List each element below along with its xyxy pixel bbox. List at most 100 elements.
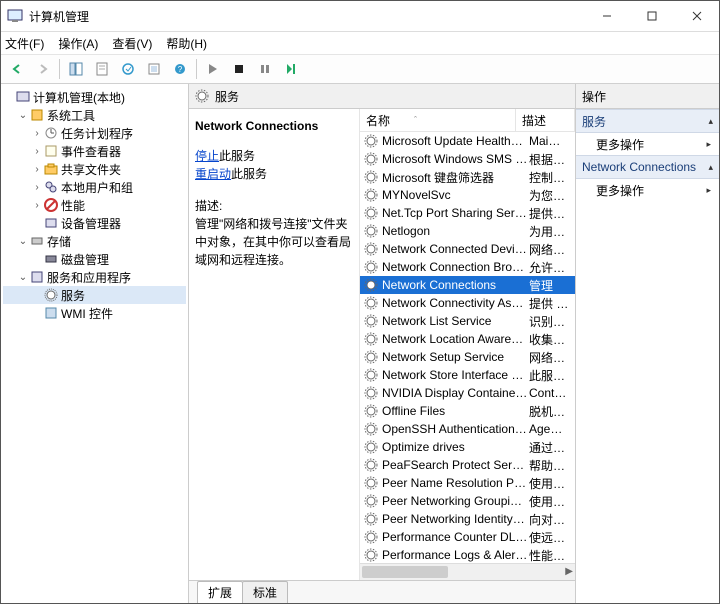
service-name-cell: Optimize drives [382, 440, 529, 454]
stop-link[interactable]: 停止 [195, 149, 219, 163]
service-row[interactable]: Performance Counter DL…使远… [360, 528, 575, 546]
tree-root[interactable]: 计算机管理(本地) [3, 88, 186, 106]
center-header: 服务 [189, 84, 575, 109]
menu-action[interactable]: 操作(A) [58, 35, 98, 52]
stop-button[interactable] [227, 57, 251, 81]
refresh-icon[interactable] [142, 57, 166, 81]
service-name-cell: Network Location Aware… [382, 332, 529, 346]
service-row[interactable]: OpenSSH Authentication …Age… [360, 420, 575, 438]
service-row[interactable]: Microsoft Windows SMS …根据… [360, 150, 575, 168]
service-row[interactable]: Peer Networking Identity…向对… [360, 510, 575, 528]
gear-icon [364, 386, 378, 400]
service-row[interactable]: Network Location Aware…收集… [360, 330, 575, 348]
more-actions-2[interactable]: 更多操作▸ [576, 179, 719, 201]
service-desc-cell: 网络… [529, 349, 575, 366]
gear-icon [364, 242, 378, 256]
service-row[interactable]: Network Connectivity Ass…提供 … [360, 294, 575, 312]
tree-storage[interactable]: ⌄存储 [3, 232, 186, 250]
horizontal-scrollbar[interactable]: ▶ [360, 563, 575, 580]
service-desc-cell: 为您… [529, 187, 575, 204]
gear-icon [364, 404, 378, 418]
service-desc-cell: 帮助… [529, 457, 575, 474]
show-hide-icon[interactable] [64, 57, 88, 81]
tree-item[interactable]: WMI 控件 [3, 304, 186, 322]
play-button[interactable] [201, 57, 225, 81]
restart-button[interactable] [279, 57, 303, 81]
help-icon[interactable]: ? [168, 57, 192, 81]
service-name-cell: Netlogon [382, 224, 529, 238]
gear-icon [364, 314, 378, 328]
gear-icon [364, 260, 378, 274]
service-row[interactable]: Peer Networking Groupi…使用… [360, 492, 575, 510]
service-row[interactable]: NVIDIA Display Containe…Cont… [360, 384, 575, 402]
tree-services[interactable]: 服务 [3, 286, 186, 304]
service-row[interactable]: Network List Service识别… [360, 312, 575, 330]
svg-text:?: ? [178, 65, 183, 74]
list-header[interactable]: 名称ˆ 描述 [360, 109, 575, 132]
service-name-cell: Peer Networking Groupi… [382, 494, 529, 508]
tree-item[interactable]: 设备管理器 [3, 214, 186, 232]
export-icon[interactable] [116, 57, 140, 81]
service-row[interactable]: Microsoft 键盘筛选器控制… [360, 168, 575, 186]
service-name-cell: Microsoft Windows SMS … [382, 152, 529, 166]
gear-icon [364, 224, 378, 238]
nav-tree[interactable]: 计算机管理(本地) ⌄系统工具 ›任务计划程序 ›事件查看器 ›共享文件夹 ›本… [1, 84, 189, 603]
service-row[interactable]: Netlogon为用… [360, 222, 575, 240]
restart-link[interactable]: 重启动 [195, 167, 231, 181]
service-name-cell: Network Connection Bro… [382, 260, 529, 274]
tab-standard[interactable]: 标准 [242, 581, 288, 603]
list-rows[interactable]: Microsoft Update Health…Mai…Microsoft Wi… [360, 132, 575, 563]
menu-file[interactable]: 文件(F) [5, 35, 44, 52]
service-name-cell: Network List Service [382, 314, 529, 328]
service-name: Network Connections [195, 117, 353, 135]
service-row[interactable]: PeaFSearch Protect Service帮助… [360, 456, 575, 474]
tree-item[interactable]: ›事件查看器 [3, 142, 186, 160]
tree-item[interactable]: ›共享文件夹 [3, 160, 186, 178]
more-actions-1[interactable]: 更多操作▸ [576, 133, 719, 155]
gear-icon [364, 206, 378, 220]
service-row[interactable]: Network Store Interface …此服… [360, 366, 575, 384]
service-row[interactable]: Net.Tcp Port Sharing Ser…提供… [360, 204, 575, 222]
service-row[interactable]: Peer Name Resolution Pr…使用… [360, 474, 575, 492]
tree-services-apps[interactable]: ⌄服务和应用程序 [3, 268, 186, 286]
actions-header: 操作 [576, 84, 719, 109]
maximize-button[interactable] [629, 1, 674, 31]
service-name-cell: OpenSSH Authentication … [382, 422, 529, 436]
actions-section-selected[interactable]: Network Connections▴ [576, 155, 719, 179]
service-row[interactable]: Offline Files脱机… [360, 402, 575, 420]
service-row[interactable]: Microsoft Update Health…Mai… [360, 132, 575, 150]
pause-button[interactable] [253, 57, 277, 81]
tab-extended[interactable]: 扩展 [197, 581, 243, 603]
service-desc-cell: 向对… [529, 511, 575, 528]
service-row[interactable]: Network Connections管理 [360, 276, 575, 294]
menu-view[interactable]: 查看(V) [112, 35, 152, 52]
menu-help[interactable]: 帮助(H) [166, 35, 207, 52]
service-row[interactable]: Network Setup Service网络… [360, 348, 575, 366]
properties-icon[interactable] [90, 57, 114, 81]
close-button[interactable] [674, 1, 719, 31]
titlebar: 计算机管理 [1, 1, 719, 32]
gear-icon [364, 332, 378, 346]
tree-item[interactable]: ›任务计划程序 [3, 124, 186, 142]
gear-icon [364, 548, 378, 562]
service-row[interactable]: Network Connected Devi…网络… [360, 240, 575, 258]
service-row[interactable]: Network Connection Bro…允许… [360, 258, 575, 276]
service-desc-cell: 管理 [529, 277, 575, 294]
tree-item[interactable]: ›本地用户和组 [3, 178, 186, 196]
service-name-cell: Microsoft 键盘筛选器 [382, 169, 529, 186]
tree-system-tools[interactable]: ⌄系统工具 [3, 106, 186, 124]
service-list: 名称ˆ 描述 Microsoft Update Health…Mai…Micro… [359, 109, 575, 580]
service-row[interactable]: MYNovelSvc为您… [360, 186, 575, 204]
back-button[interactable] [5, 57, 29, 81]
actions-section-services[interactable]: 服务▴ [576, 109, 719, 133]
gear-icon [364, 350, 378, 364]
minimize-button[interactable] [584, 1, 629, 31]
tree-item[interactable]: 磁盘管理 [3, 250, 186, 268]
service-desc-cell: 网络… [529, 241, 575, 258]
gear-icon [364, 134, 378, 148]
service-row[interactable]: Optimize drives通过… [360, 438, 575, 456]
forward-button[interactable] [31, 57, 55, 81]
tree-item[interactable]: ›性能 [3, 196, 186, 214]
service-desc-cell: 使远… [529, 529, 575, 546]
service-row[interactable]: Performance Logs & Aler…性能… [360, 546, 575, 563]
